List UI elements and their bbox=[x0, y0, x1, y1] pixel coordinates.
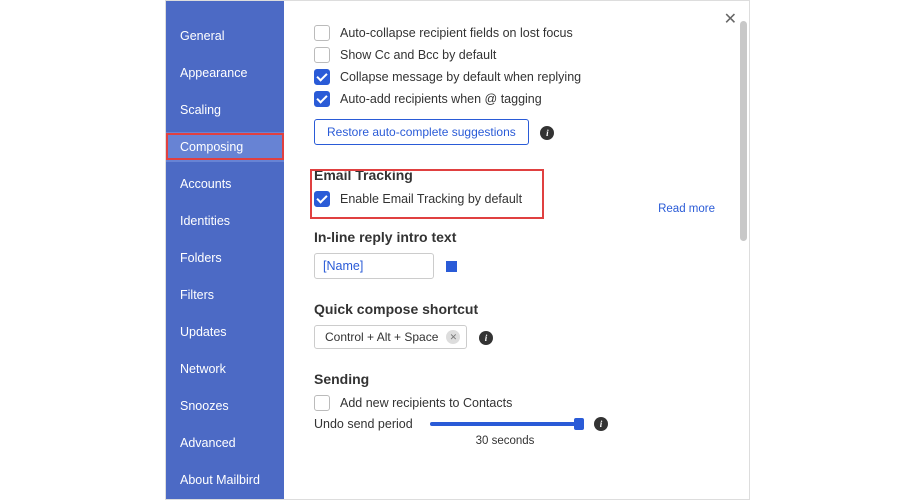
sidebar-item-composing[interactable]: Composing bbox=[166, 132, 284, 162]
sidebar-item-updates[interactable]: Updates bbox=[166, 317, 284, 347]
undo-send-slider[interactable] bbox=[430, 422, 580, 426]
info-icon[interactable]: i bbox=[594, 417, 608, 431]
restore-suggestions-button[interactable]: Restore auto-complete suggestions bbox=[314, 119, 529, 145]
info-icon[interactable]: i bbox=[540, 126, 554, 140]
option-label: Enable Email Tracking by default bbox=[340, 192, 522, 206]
inline-reply-title: In-line reply intro text bbox=[314, 229, 719, 245]
slider-fill bbox=[430, 422, 580, 426]
quick-compose-title: Quick compose shortcut bbox=[314, 301, 719, 317]
option-add-to-contacts: Add new recipients to Contacts bbox=[314, 395, 719, 411]
shortcut-field[interactable]: Control + Alt + Space ✕ bbox=[314, 325, 467, 349]
undo-send-label: Undo send period bbox=[314, 417, 424, 431]
sidebar-item-appearance[interactable]: Appearance bbox=[166, 58, 284, 88]
shortcut-value: Control + Alt + Space bbox=[325, 330, 438, 344]
quick-compose-row: Control + Alt + Space ✕ i bbox=[314, 325, 719, 349]
info-icon[interactable]: i bbox=[479, 331, 493, 345]
sidebar-item-advanced[interactable]: Advanced bbox=[166, 428, 284, 458]
option-label: Add new recipients to Contacts bbox=[340, 396, 512, 410]
composing-options-group: Auto-collapse recipient fields on lost f… bbox=[314, 25, 719, 145]
scrollbar[interactable] bbox=[740, 11, 747, 441]
settings-sidebar: General Appearance Scaling Composing Acc… bbox=[166, 1, 284, 499]
undo-send-row: Undo send period i bbox=[314, 417, 719, 431]
option-auto-collapse: Auto-collapse recipient fields on lost f… bbox=[314, 25, 719, 41]
email-tracking-title: Email Tracking bbox=[314, 167, 719, 183]
option-collapse-message: Collapse message by default when replyin… bbox=[314, 69, 719, 85]
close-button[interactable]: ✕ bbox=[724, 9, 737, 29]
checkbox-collapse-message[interactable] bbox=[314, 69, 330, 85]
read-more-link[interactable]: Read more bbox=[658, 203, 715, 215]
checkbox-auto-collapse[interactable] bbox=[314, 25, 330, 41]
scrollbar-thumb[interactable] bbox=[740, 21, 747, 241]
checkbox-add-to-contacts[interactable] bbox=[314, 395, 330, 411]
option-label: Collapse message by default when replyin… bbox=[340, 70, 581, 84]
sending-title: Sending bbox=[314, 371, 719, 387]
sidebar-item-scaling[interactable]: Scaling bbox=[166, 95, 284, 125]
option-label: Auto-add recipients when @ tagging bbox=[340, 92, 542, 106]
checkbox-auto-add-recipients[interactable] bbox=[314, 91, 330, 107]
checkbox-show-cc-bcc[interactable] bbox=[314, 47, 330, 63]
sidebar-item-general[interactable]: General bbox=[166, 21, 284, 51]
settings-window: General Appearance Scaling Composing Acc… bbox=[165, 0, 750, 500]
sidebar-item-identities[interactable]: Identities bbox=[166, 206, 284, 236]
sidebar-item-filters[interactable]: Filters bbox=[166, 280, 284, 310]
slider-thumb[interactable] bbox=[574, 418, 584, 430]
sidebar-item-network[interactable]: Network bbox=[166, 354, 284, 384]
inline-reply-input[interactable] bbox=[314, 253, 434, 279]
option-auto-add-recipients: Auto-add recipients when @ tagging bbox=[314, 91, 719, 107]
inline-reply-row bbox=[314, 253, 719, 279]
sidebar-item-folders[interactable]: Folders bbox=[166, 243, 284, 273]
sidebar-item-about[interactable]: About Mailbird bbox=[166, 465, 284, 495]
checkbox-email-tracking[interactable] bbox=[314, 191, 330, 207]
option-label: Auto-collapse recipient fields on lost f… bbox=[340, 26, 573, 40]
sidebar-item-snoozes[interactable]: Snoozes bbox=[166, 391, 284, 421]
settings-main-panel: ✕ Auto-collapse recipient fields on lost… bbox=[284, 1, 749, 499]
undo-send-value: 30 seconds bbox=[424, 435, 586, 447]
sidebar-item-accounts[interactable]: Accounts bbox=[166, 169, 284, 199]
color-indicator[interactable] bbox=[446, 261, 457, 272]
option-show-cc-bcc: Show Cc and Bcc by default bbox=[314, 47, 719, 63]
clear-shortcut-icon[interactable]: ✕ bbox=[446, 330, 460, 344]
option-label: Show Cc and Bcc by default bbox=[340, 48, 496, 62]
